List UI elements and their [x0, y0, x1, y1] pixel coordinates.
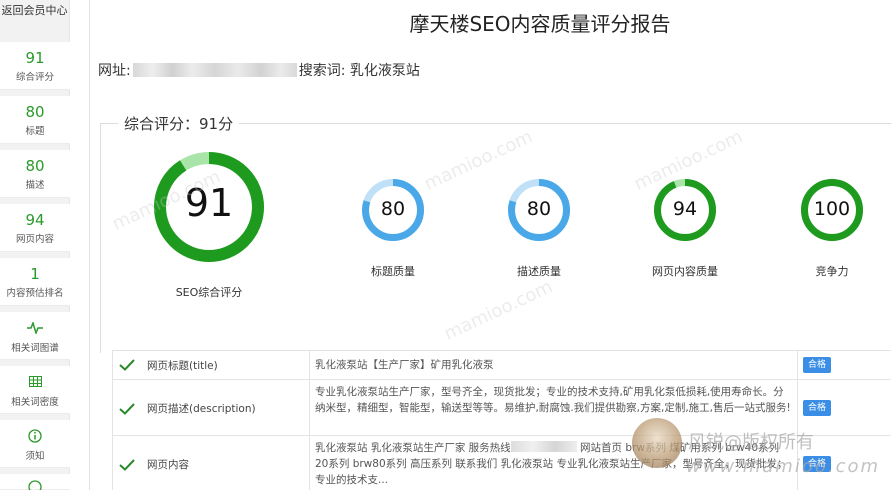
sidebar-item-related-word-graph[interactable]: 相关词图谱 [0, 312, 70, 360]
sidebar-item-overall-score[interactable]: 91 综合评分 [0, 42, 70, 90]
watermark-url: www.mamioo.com [686, 456, 881, 477]
sidebar-item-value: 1 [30, 265, 40, 283]
sidebar-item-related-word-density[interactable]: 相关词密度 [0, 366, 70, 414]
seo-overall-score-ring: 91 [153, 151, 265, 263]
keyword-label: 搜索词: [298, 63, 346, 79]
sidebar-item-page-content[interactable]: 94 网页内容 [0, 204, 70, 252]
sidebar-item-title[interactable]: 80 标题 [0, 96, 70, 144]
ring-label: 网页内容质量 [652, 265, 718, 278]
row-name: 网页内容 [147, 459, 189, 471]
pass-badge: 合格 [803, 357, 831, 373]
sidebar-item-label: 须知 [25, 451, 45, 462]
sidebar-item-value: 91 [25, 49, 45, 67]
pulse-icon [0, 318, 70, 338]
url-keyword-line: 网址: 搜索词: 乳化液泵站 [98, 60, 420, 80]
sidebar-item-label: 内容预估排名 [6, 288, 64, 299]
row-text-part: 乳化液泵站 乳化液泵站生产厂家 服务热线 [315, 442, 511, 454]
ring-value: 91 [184, 181, 234, 225]
sidebar-item-value: 80 [25, 157, 45, 175]
sidebar-item-label: 相关词图谱 [11, 343, 59, 354]
ring-value: 80 [526, 198, 552, 220]
row-name: 网页描述(description) [147, 403, 256, 415]
sidebar-item-label: 描述 [25, 180, 45, 191]
sidebar-item-label: 标题 [25, 126, 45, 137]
row-text: 专业乳化液泵站生产厂家，型号齐全，现货批发；专业的技术支持,矿用乳化泵低损耗,使… [315, 386, 791, 414]
ring-label: 标题质量 [371, 265, 415, 278]
sidebar-item-value: 80 [25, 103, 45, 121]
page-content-quality-ring: 94 [653, 178, 717, 242]
ring-label: 描述质量 [517, 265, 561, 278]
ring-label: 竞争力 [815, 265, 849, 278]
content-divider [89, 0, 90, 490]
page-title: 摩天楼SEO内容质量评分报告 [409, 12, 671, 36]
sidebar-item-label: 综合评分 [15, 72, 54, 83]
watermark-brand: 风锐@版权所有 [688, 432, 814, 453]
sidebar-item-description[interactable]: 80 描述 [0, 150, 70, 198]
row-name: 网页标题(title) [147, 360, 218, 372]
watermark-avatar-logo [632, 418, 682, 468]
redacted-url [132, 63, 297, 77]
url-label: 网址: [98, 63, 131, 79]
ring-label: SEO综合评分 [175, 286, 243, 299]
check-icon [119, 456, 139, 475]
ring-value: 100 [813, 198, 851, 220]
ring-value: 94 [672, 198, 698, 220]
pass-badge: 合格 [803, 400, 831, 416]
keyword-value: 乳化液泵站 [349, 63, 420, 79]
circle-icon [0, 477, 70, 490]
back-to-member-center-link[interactable]: 返回会员中心 [0, 0, 69, 24]
sidebar-item-partial[interactable] [0, 474, 70, 490]
competitiveness-ring: 100 [800, 178, 864, 242]
sidebar-item-estimated-rank[interactable]: 1 内容预估排名 [0, 258, 70, 306]
check-icon [119, 356, 139, 375]
sidebar-item-label: 相关词密度 [11, 397, 59, 408]
info-icon [0, 426, 70, 446]
check-icon [119, 400, 139, 419]
row-text: 乳化液泵站【生产厂家】矿用乳化液泵 [315, 359, 494, 371]
grid-icon [0, 372, 70, 392]
title-quality-ring: 80 [361, 178, 425, 242]
redacted-phone [510, 441, 577, 452]
sidebar-item-notice[interactable]: 须知 [0, 420, 70, 468]
table-row: 网页标题(title) 乳化液泵站【生产厂家】矿用乳化液泵 合格 [113, 351, 891, 380]
sidebar: 返回会员中心 91 综合评分 80 标题 80 描述 94 网页内容 1 内容预… [0, 0, 70, 490]
overall-score-legend: 综合评分：91分 [118, 113, 240, 134]
sidebar-item-value: 94 [25, 211, 45, 229]
sidebar-item-label: 网页内容 [15, 234, 54, 245]
description-quality-ring: 80 [507, 178, 571, 242]
ring-value: 80 [380, 198, 406, 220]
